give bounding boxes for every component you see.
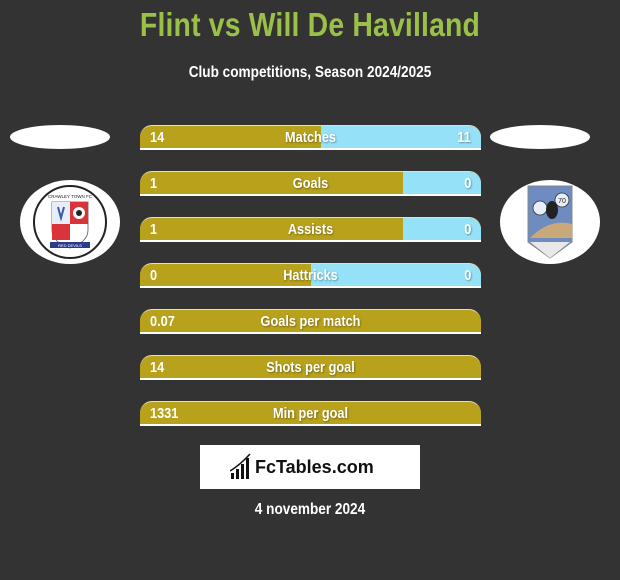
- brand-name: FcTables.com: [255, 457, 374, 477]
- stat-label: Matches: [284, 129, 337, 146]
- left-value: 0: [150, 267, 158, 284]
- right-value: 0: [463, 175, 471, 192]
- right-team-logo: 70: [500, 180, 600, 264]
- stat-bar-matches: 14 Matches 11: [140, 125, 481, 150]
- stat-bar-hattricks: 0 Hattricks 0: [140, 263, 481, 288]
- date-label: 4 november 2024: [254, 501, 366, 518]
- fctables-brand-banner[interactable]: FcTables.com: [200, 445, 420, 489]
- stat-bar-assists: 1 Assists 0: [140, 217, 481, 242]
- right-team-name-placeholder: [490, 125, 590, 149]
- stat-bar-goals-per-match: 0.07 Goals per match: [140, 309, 481, 334]
- svg-text:RED DEVILS: RED DEVILS: [58, 243, 82, 248]
- left-value: 14: [150, 359, 165, 376]
- stat-label: Hattricks: [283, 267, 338, 284]
- right-value: 0: [463, 221, 471, 238]
- stat-label: Goals: [292, 175, 329, 192]
- stat-label: Min per goal: [272, 405, 349, 422]
- left-team-logo: RED DEVILS CRAWLEY TOWN FC: [20, 180, 120, 264]
- svg-text:70: 70: [558, 198, 566, 205]
- page-title: Flint vs Will De Havilland: [139, 6, 481, 43]
- right-value: 0: [463, 267, 471, 284]
- left-team-name-placeholder: [10, 125, 110, 149]
- stat-bar-min-per-goal: 1331 Min per goal: [140, 401, 481, 426]
- stat-label: Shots per goal: [266, 359, 355, 376]
- bar-chart-icon: [230, 453, 251, 479]
- svg-text:CRAWLEY TOWN FC: CRAWLEY TOWN FC: [48, 194, 93, 199]
- stat-label: Goals per match: [260, 313, 361, 330]
- de-havilland-crest-icon: 70: [527, 185, 573, 259]
- crawley-crest-icon: RED DEVILS CRAWLEY TOWN FC: [33, 185, 107, 259]
- left-value: 1: [150, 221, 158, 238]
- page-subtitle: Club competitions, Season 2024/2025: [188, 64, 432, 81]
- stat-label: Assists: [287, 221, 334, 238]
- left-value: 14: [150, 129, 165, 146]
- right-value: 11: [457, 129, 471, 146]
- left-value: 1: [150, 175, 158, 192]
- stat-bar-goals: 1 Goals 0: [140, 171, 481, 196]
- stat-bar-shots-per-goal: 14 Shots per goal: [140, 355, 481, 380]
